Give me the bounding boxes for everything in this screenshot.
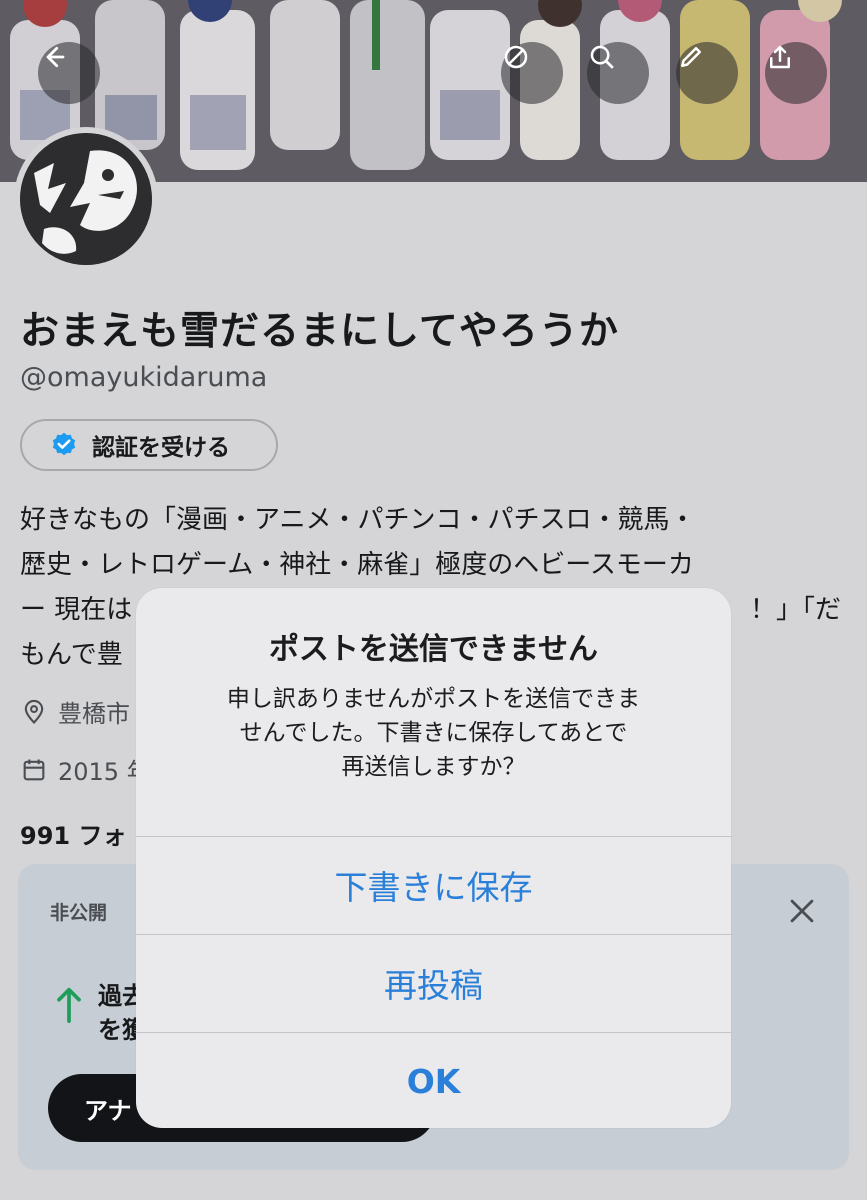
user-handle: @omayukidaruma <box>20 362 268 393</box>
search-button[interactable] <box>587 42 649 104</box>
close-icon[interactable] <box>785 894 819 928</box>
search-icon <box>590 45 614 69</box>
ok-button[interactable]: OK <box>136 1032 731 1128</box>
block-button[interactable] <box>501 42 563 104</box>
repost-button[interactable]: 再投稿 <box>136 934 731 1031</box>
private-tag: 非公開 <box>50 902 108 924</box>
alert-title: ポストを送信できません <box>268 632 599 667</box>
location-row: 豊橋市 <box>20 694 130 729</box>
bio-line: 歴史・レトロゲーム・神社・麻雀」極度のヘビースモーカ <box>20 550 694 580</box>
share-icon <box>770 45 790 69</box>
alert-message-line: せんでした。下書きに保存してあとで <box>239 720 628 746</box>
follower-count-text: 991 フォ <box>20 822 127 850</box>
save-draft-button[interactable]: 下書きに保存 <box>136 836 731 933</box>
pencil-icon <box>681 47 701 67</box>
display-name: おまえも雪だるまにしてやろうか <box>20 309 619 354</box>
bio-text: ！」「だ <box>750 595 842 625</box>
bio-text: ー 現在は <box>20 595 133 625</box>
edit-button[interactable] <box>676 42 738 104</box>
follower-count[interactable]: 991 フォ <box>20 816 126 851</box>
back-arrow-icon <box>46 46 65 68</box>
calendar-icon <box>23 759 45 780</box>
post-failed-alert: ポストを送信できません 申し訳ありませんがポストを送信できま せんでした。下書き… <box>136 588 731 1128</box>
alert-message-line: 再送信しますか？ <box>341 754 526 780</box>
back-button[interactable] <box>38 42 100 104</box>
circle-slash-icon <box>504 45 528 69</box>
alert-message-line: 申し訳ありませんがポストを送信できま <box>226 686 641 712</box>
verified-badge-icon <box>52 432 76 456</box>
location-text: 豊橋市 <box>58 700 130 728</box>
get-verified-label: 認証を受ける <box>92 435 230 461</box>
bio-line: 好きなもの「漫画・アニメ・パチンコ・パチスロ・競馬・ <box>20 505 696 535</box>
analytics-button-label: アナ <box>84 1096 132 1125</box>
share-button[interactable] <box>765 42 827 104</box>
avatar[interactable] <box>14 127 158 271</box>
up-arrow-icon <box>57 987 81 1023</box>
joined-row: 2015 年 <box>20 752 151 787</box>
avatar-image <box>20 133 152 265</box>
alert-message: 申し訳ありませんがポストを送信できま せんでした。下書きに保存してあとで 再送信… <box>184 682 683 784</box>
location-pin-icon <box>24 699 44 724</box>
get-verified-button[interactable]: 認証を受ける <box>20 419 278 471</box>
